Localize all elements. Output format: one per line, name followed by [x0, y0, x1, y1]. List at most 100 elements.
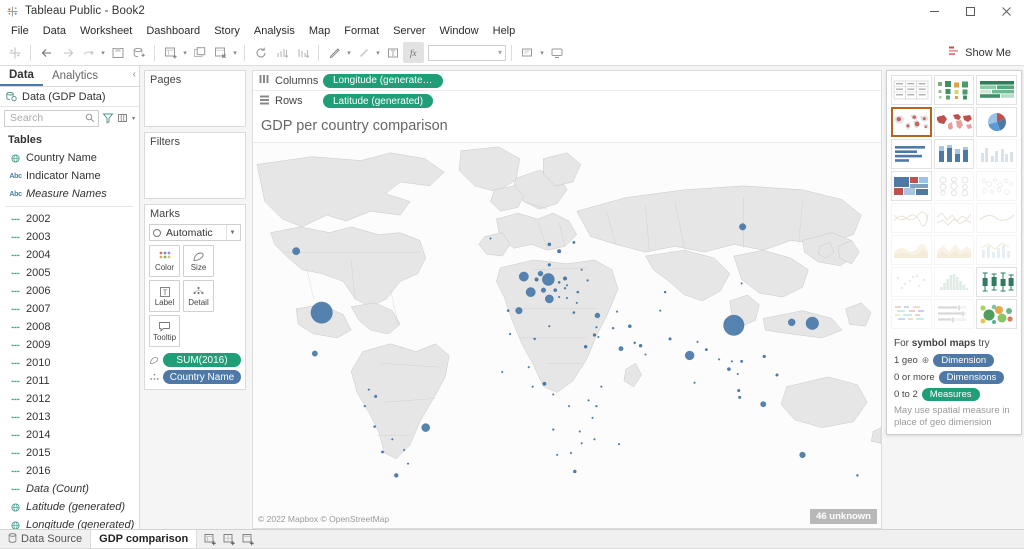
map-mark-circle[interactable]	[534, 338, 536, 340]
sheet-tab-gdp-comparison[interactable]: GDP comparison	[91, 530, 197, 548]
map-mark-circle[interactable]	[570, 452, 572, 454]
map-mark-circle[interactable]	[594, 438, 596, 440]
maximize-icon[interactable]	[952, 0, 988, 22]
show-me-text-table[interactable]	[891, 75, 932, 105]
map-mark-circle[interactable]	[545, 295, 553, 303]
new-data-source-icon[interactable]	[128, 42, 149, 63]
device-preview-icon[interactable]	[546, 42, 567, 63]
map-mark-circle[interactable]	[740, 360, 743, 363]
field-row[interactable]: 2002	[0, 210, 139, 228]
map-mark-circle[interactable]	[788, 319, 795, 326]
map-mark-circle[interactable]	[593, 334, 596, 337]
map-mark-circle[interactable]	[558, 281, 560, 283]
field-row[interactable]: Data (Count)	[0, 480, 139, 498]
filter-icon[interactable]	[102, 112, 114, 124]
map-mark-circle[interactable]	[600, 386, 602, 388]
map-mark-circle[interactable]	[581, 442, 583, 444]
field-row[interactable]: Latitude (generated)	[0, 498, 139, 516]
map-mark-circle[interactable]	[573, 241, 576, 244]
map-mark-circle[interactable]	[374, 395, 377, 398]
map-mark-circle[interactable]	[697, 341, 699, 343]
map-mark-circle[interactable]	[639, 344, 642, 347]
map-mark-circle[interactable]	[519, 272, 528, 281]
symbol-map[interactable]: © 2022 Mapbox © OpenStreetMap 46 unknown	[253, 143, 881, 528]
unknown-marks-badge[interactable]: 46 unknown	[810, 509, 877, 524]
map-mark-circle[interactable]	[311, 302, 333, 323]
new-sheet-dropdown-caret-icon[interactable]: ▾	[181, 43, 189, 63]
map-mark-circle[interactable]	[694, 382, 696, 384]
field-row[interactable]: 2005	[0, 264, 139, 282]
menu-worksheet[interactable]: Worksheet	[73, 24, 139, 38]
field-row[interactable]: AbcMeasure Names	[0, 185, 139, 203]
show-me-scatter-plot[interactable]	[891, 267, 932, 297]
fix-axes-icon[interactable]: fx	[403, 42, 424, 63]
map-mark-circle[interactable]	[535, 278, 539, 282]
show-me-heat-map[interactable]	[934, 75, 975, 105]
map-mark-circle[interactable]	[541, 288, 546, 293]
map-mark-circle[interactable]	[516, 307, 523, 314]
map-mark-circle[interactable]	[507, 309, 509, 311]
map-mark-circle[interactable]	[592, 417, 594, 419]
refresh-data-icon[interactable]	[250, 42, 271, 63]
show-me-horizontal-bars[interactable]	[891, 139, 932, 169]
duplicate-sheet-icon[interactable]	[189, 42, 210, 63]
tableau-home-icon[interactable]	[4, 42, 25, 63]
map-mark-circle[interactable]	[552, 429, 554, 431]
map-mark-circle[interactable]	[595, 405, 597, 407]
map-mark-circle[interactable]	[373, 425, 375, 427]
tooltip-button[interactable]: Tooltip	[149, 315, 180, 347]
menu-format[interactable]: Format	[337, 24, 386, 38]
show-me-continuous-area[interactable]	[891, 235, 932, 265]
columns-drop-target[interactable]: Longitude (generate…	[317, 74, 881, 88]
new-worksheet-icon[interactable]	[160, 42, 181, 63]
field-row[interactable]: AbcIndicator Name	[0, 167, 139, 185]
show-me-treemap[interactable]	[891, 171, 932, 201]
show-me-histogram[interactable]	[934, 267, 975, 297]
map-mark-circle[interactable]	[563, 277, 567, 281]
show-me-side-by-side-bars[interactable]	[976, 139, 1017, 169]
map-mark-circle[interactable]	[394, 473, 398, 477]
search-input[interactable]	[4, 110, 99, 127]
map-mark-circle[interactable]	[548, 263, 551, 266]
map-mark-circle[interactable]	[501, 371, 503, 373]
map-mark-circle[interactable]	[618, 443, 620, 445]
field-row[interactable]: 2011	[0, 372, 139, 390]
map-mark-circle[interactable]	[616, 311, 618, 313]
show-me-continuous-lines[interactable]	[891, 203, 932, 233]
map-mark-circle[interactable]	[724, 315, 745, 335]
map-mark-circle[interactable]	[422, 424, 430, 432]
presentation-mode-icon[interactable]	[517, 42, 538, 63]
label-button[interactable]: T Label	[149, 280, 180, 312]
field-row[interactable]: 2008	[0, 318, 139, 336]
color-button[interactable]: Color	[149, 245, 180, 277]
group-by-folder-icon[interactable]	[117, 112, 129, 124]
show-me-stacked-bars[interactable]	[934, 139, 975, 169]
map-mark-circle[interactable]	[598, 336, 600, 338]
map-mark-circle[interactable]	[557, 249, 561, 253]
map-mark-circle[interactable]	[391, 438, 393, 440]
pill-latitude[interactable]: Latitude (generated)	[323, 94, 433, 108]
worksheet-title[interactable]: GDP per country comparison	[252, 111, 882, 143]
map-mark-circle[interactable]	[292, 247, 299, 254]
tab-analytics[interactable]: Analytics	[43, 66, 107, 86]
map-mark-circle[interactable]	[800, 452, 806, 458]
field-row[interactable]: 2016	[0, 462, 139, 480]
menu-help[interactable]: Help	[486, 24, 523, 38]
show-me-highlight-table[interactable]	[976, 75, 1017, 105]
menu-data[interactable]: Data	[36, 24, 73, 38]
sort-ascending-icon[interactable]	[271, 42, 292, 63]
save-icon[interactable]	[107, 42, 128, 63]
new-dashboard-icon[interactable]	[221, 531, 238, 548]
map-mark-circle[interactable]	[705, 348, 708, 351]
map-mark-circle[interactable]	[659, 310, 661, 312]
map-canvas[interactable]: © 2022 Mapbox © OpenStreetMap 46 unknown	[252, 143, 882, 529]
map-mark-circle[interactable]	[558, 296, 560, 298]
map-mark-circle[interactable]	[645, 354, 647, 356]
map-mark-circle[interactable]	[596, 326, 598, 328]
map-mark-circle[interactable]	[542, 273, 554, 285]
map-mark-circle[interactable]	[738, 396, 741, 399]
map-mark-circle[interactable]	[856, 474, 858, 476]
marks-type-select[interactable]: Automatic ▼	[149, 224, 241, 241]
clear-sheet-icon[interactable]	[210, 42, 231, 63]
show-me-filled-map[interactable]	[934, 107, 975, 137]
